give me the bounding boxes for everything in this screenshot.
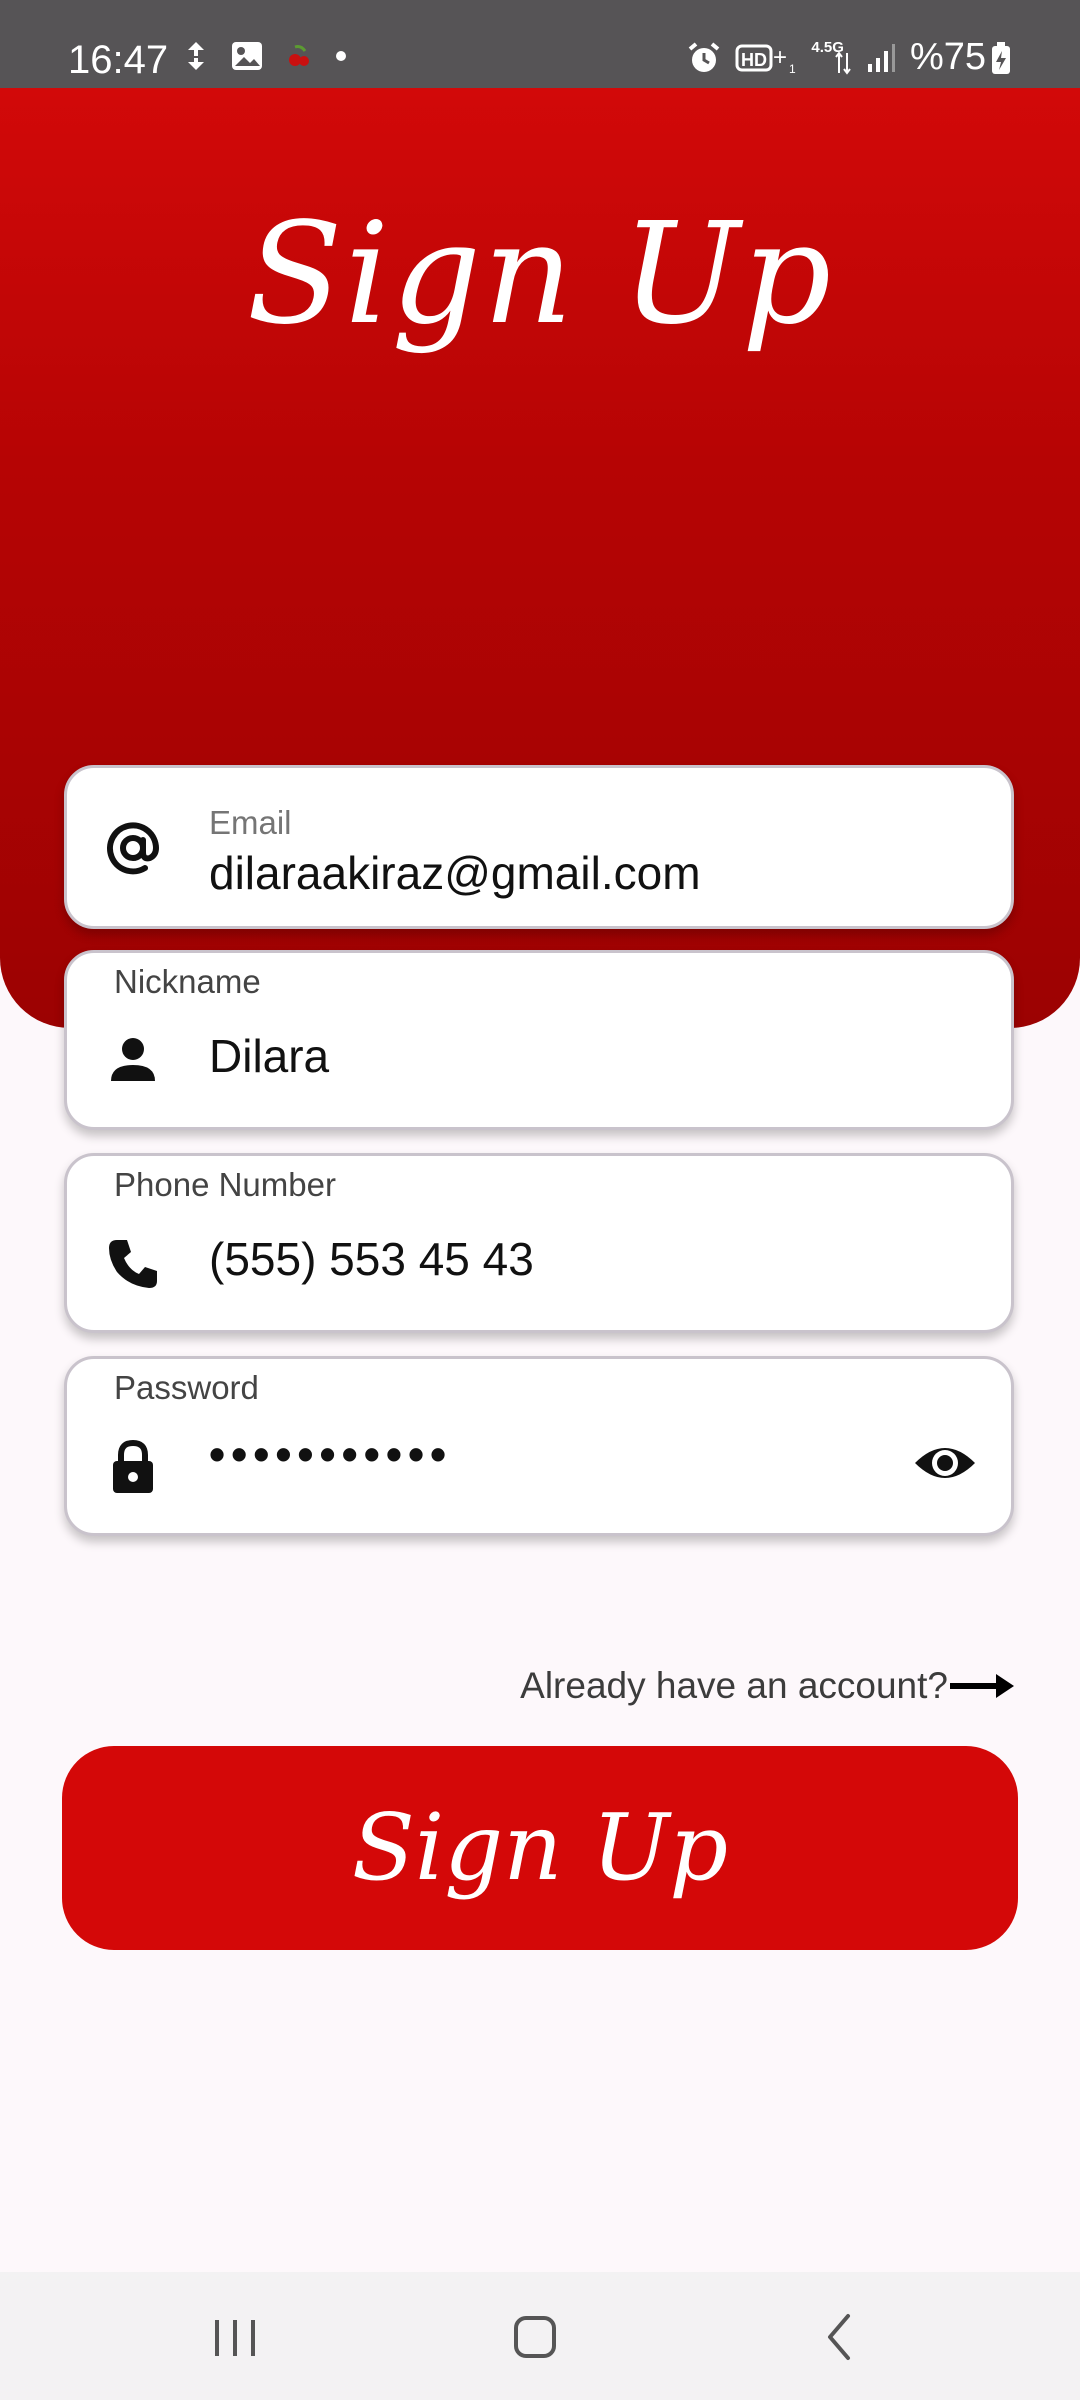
- phone-input[interactable]: (555) 553 45 43: [209, 1232, 534, 1286]
- phone-label: Phone Number: [114, 1166, 336, 1203]
- email-input[interactable]: dilaraakiraz@gmail.com: [209, 846, 701, 900]
- status-bar: 16:47 HD + 1 4.5G %75: [0, 0, 1080, 88]
- login-link-text[interactable]: Already have an account?: [520, 1665, 948, 1707]
- sync-icon: [188, 42, 204, 70]
- nickname-field[interactable]: Nickname Dilara: [64, 950, 1014, 1130]
- phone-icon: [109, 1240, 157, 1288]
- phone-field[interactable]: Phone Number (555) 553 45 43: [64, 1153, 1014, 1333]
- signal-icon: [867, 43, 895, 72]
- nickname-label: Nickname: [114, 963, 261, 1000]
- nickname-input[interactable]: Dilara: [209, 1029, 329, 1083]
- recent-apps-icon[interactable]: [195, 2302, 275, 2372]
- cherry-app-icon: [289, 45, 309, 66]
- email-field[interactable]: Email dilaraakiraz@gmail.com: [64, 765, 1014, 929]
- page-title: Sign Up: [246, 193, 834, 356]
- lock-icon: [113, 1439, 153, 1493]
- login-link[interactable]: Already have an account?: [520, 1665, 1016, 1707]
- person-icon: [111, 1038, 155, 1081]
- back-icon[interactable]: [800, 2302, 880, 2372]
- dot-icon: [336, 51, 346, 61]
- hd-plus-icon: HD + 1: [735, 44, 796, 75]
- status-left-icons: [184, 40, 348, 72]
- image-icon: [232, 42, 262, 70]
- at-icon: [107, 822, 160, 875]
- status-right-icons: HD + 1 4.5G %75: [687, 36, 1012, 79]
- network-type-label: 4.5G: [811, 39, 844, 56]
- email-label: Email: [209, 804, 292, 841]
- battery-charging-icon: [992, 41, 1010, 74]
- battery-percent: %75: [909, 36, 986, 78]
- home-icon[interactable]: [495, 2302, 575, 2372]
- password-input[interactable]: •••••••••••: [209, 1427, 452, 1481]
- alarm-icon: [689, 41, 720, 72]
- system-nav-bar: [0, 2272, 1080, 2400]
- status-time: 16:47: [68, 38, 169, 82]
- password-field[interactable]: Password •••••••••••: [64, 1356, 1014, 1536]
- eye-icon[interactable]: [913, 1431, 977, 1495]
- password-label: Password: [114, 1369, 259, 1406]
- svg-text:1: 1: [789, 62, 796, 75]
- svg-text:+: +: [773, 44, 787, 71]
- sign-up-button[interactable]: Sign Up: [62, 1746, 1018, 1950]
- arrow-right-icon[interactable]: [950, 1671, 1016, 1701]
- svg-text:HD: HD: [741, 50, 767, 70]
